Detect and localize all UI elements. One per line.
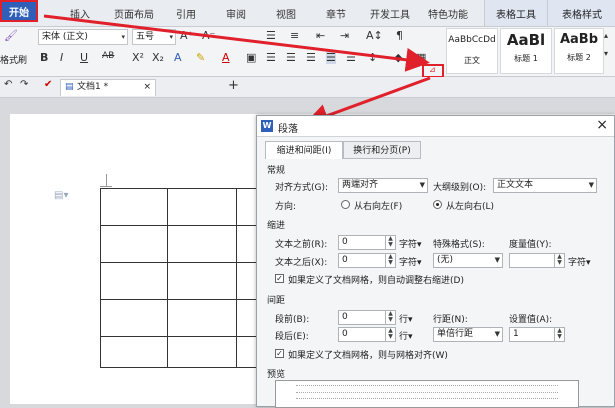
amount-input[interactable]: ▲ ▼ <box>509 253 565 268</box>
line-spacing-select[interactable]: 单倍行距 ▼ <box>433 327 503 342</box>
grid-align-label: 如果定义了文档网格，则与网格对齐(W) <box>288 351 448 361</box>
tab-indent-spacing[interactable]: 缩进和间距(I) <box>265 141 343 159</box>
space-before-value: 0 <box>342 312 348 322</box>
section-spacing: 间距 <box>267 296 286 306</box>
line-spacing-label: 行距(N): <box>433 315 468 325</box>
ltr-radio[interactable] <box>433 200 442 209</box>
dialog-close-button[interactable]: × <box>596 117 608 133</box>
set-value-input[interactable]: 1 ▲ ▼ <box>509 327 565 342</box>
special-format-value: (无) <box>437 255 454 265</box>
indent-before-value: 0 <box>342 237 348 247</box>
space-after-label: 段后(E): <box>275 332 309 342</box>
space-after-input[interactable]: 0 ▲ ▼ <box>338 327 396 342</box>
spinner-icon[interactable]: ▲ ▼ <box>385 236 395 249</box>
space-after-value: 0 <box>342 329 348 339</box>
amount-unit[interactable]: 字符▾ <box>568 255 591 268</box>
wps-logo-icon: W <box>261 120 273 132</box>
indent-after-label: 文本之后(X): <box>275 258 328 268</box>
indent-after-input[interactable]: 0 ▲ ▼ <box>338 253 396 268</box>
alignment-value: 两端对齐 <box>342 180 379 190</box>
tab-line-page-breaks[interactable]: 换行和分页(P) <box>343 141 421 159</box>
space-before-unit[interactable]: 行▾ <box>399 312 413 325</box>
space-before-label: 段前(B): <box>275 315 310 325</box>
auto-indent-checkbox[interactable]: ✓ <box>275 274 284 283</box>
grid-align-checkbox[interactable]: ✓ <box>275 349 284 358</box>
set-value-label: 设置值(A): <box>509 315 553 325</box>
spinner-icon[interactable]: ▲ ▼ <box>554 328 564 341</box>
outline-level-select[interactable]: 正文文本 ▼ <box>493 178 597 193</box>
special-format-label: 特殊格式(S): <box>433 240 485 250</box>
indent-before-unit[interactable]: 字符▾ <box>399 237 422 250</box>
alignment-label: 对齐方式(G): <box>275 183 329 193</box>
spinner-icon[interactable]: ▲ ▼ <box>385 311 395 324</box>
auto-indent-label: 如果定义了文档网格，则自动调整右缩进(D) <box>288 276 464 286</box>
direction-label: 方向: <box>275 202 297 212</box>
section-indent: 缩进 <box>267 221 286 231</box>
space-after-unit[interactable]: 行▾ <box>399 329 413 342</box>
spinner-icon[interactable]: ▲ ▼ <box>385 254 395 267</box>
section-general: 常规 <box>267 166 286 176</box>
space-before-input[interactable]: 0 ▲ ▼ <box>338 310 396 325</box>
amount-label: 度量值(Y): <box>509 240 552 250</box>
spinner-icon[interactable]: ▲ ▼ <box>554 254 564 267</box>
ltr-label: 从左向右(L) <box>446 202 495 212</box>
outline-level-label: 大纲级别(O): <box>433 183 487 193</box>
dialog-title: 段落 <box>278 124 298 135</box>
line-spacing-value: 单倍行距 <box>437 329 474 339</box>
paragraph-preview <box>275 380 579 408</box>
spinner-icon[interactable]: ▲ ▼ <box>385 328 395 341</box>
chevron-down-icon: ▼ <box>494 330 500 338</box>
rtl-radio[interactable] <box>341 200 350 209</box>
chevron-down-icon: ▼ <box>494 256 500 264</box>
special-format-select[interactable]: (无) ▼ <box>433 253 503 268</box>
alignment-select[interactable]: 两端对齐 ▼ <box>338 178 428 193</box>
set-value-value: 1 <box>513 329 519 339</box>
chevron-down-icon: ▼ <box>419 181 425 189</box>
dialog-title-bar[interactable]: W 段落 × <box>257 116 614 137</box>
indent-after-value: 0 <box>342 255 348 265</box>
paragraph-dialog: W 段落 × 缩进和间距(I) 换行和分页(P) 常规 对齐方式(G): 两端对… <box>256 115 615 408</box>
section-preview: 预览 <box>267 370 286 380</box>
indent-before-input[interactable]: 0 ▲ ▼ <box>338 235 396 250</box>
outline-level-value: 正文文本 <box>497 180 534 190</box>
chevron-down-icon: ▼ <box>588 181 594 189</box>
annotation-arrow-to-launcher <box>43 14 430 72</box>
rtl-label: 从右向左(F) <box>354 202 403 212</box>
indent-after-unit[interactable]: 字符▾ <box>399 255 422 268</box>
indent-before-label: 文本之前(R): <box>275 240 328 250</box>
